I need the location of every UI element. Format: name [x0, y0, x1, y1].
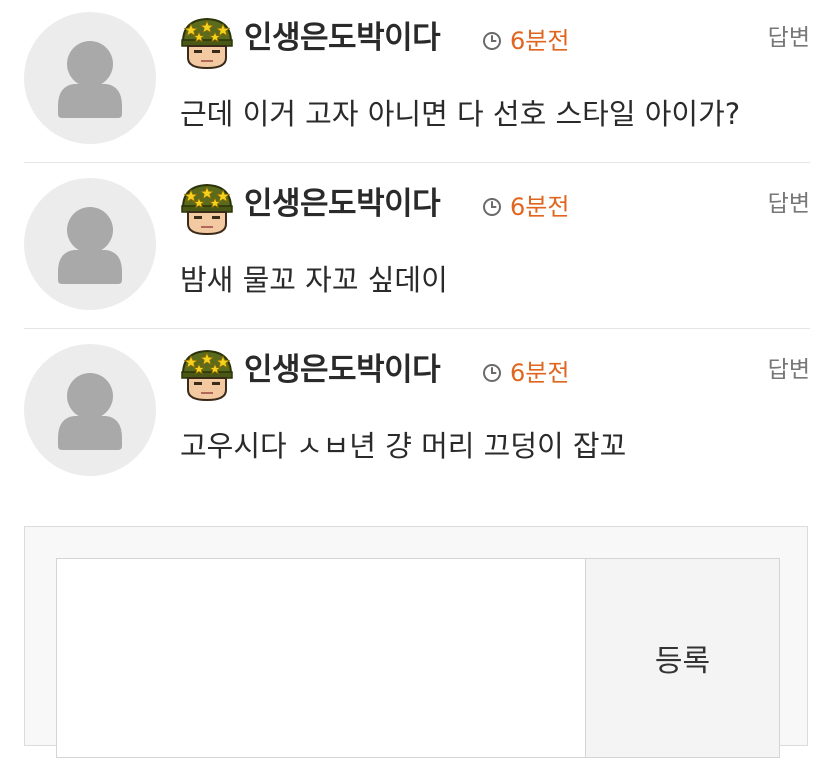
comment-item: 인생은도박이다 6분전 답변 근데 이거 고자 아니면 다 선호 스타일 아이가…	[24, 0, 810, 166]
user-silhouette-icon	[58, 41, 122, 118]
avatar[interactable]	[24, 12, 156, 144]
reply-button[interactable]: 답변	[768, 188, 810, 220]
comment-item: 인생은도박이다 6분전 답변 고우시다 ㅅㅂ년 걍 머리 끄덩이 잡꼬	[24, 332, 810, 498]
submit-button[interactable]: 등록	[585, 558, 780, 758]
comment-input[interactable]	[56, 558, 586, 758]
comment-time: 6분전	[482, 356, 569, 390]
comment-author[interactable]: 인생은도박이다	[244, 18, 441, 58]
time-label: 6분전	[510, 27, 570, 55]
user-silhouette-icon	[58, 207, 122, 284]
rank-soldier-icon	[181, 183, 233, 236]
comment-time: 6분전	[482, 190, 569, 224]
clock-icon	[483, 364, 501, 382]
comment-author[interactable]: 인생은도박이다	[244, 350, 441, 390]
comment-body: 밤새 물꼬 자꼬 싶데이	[180, 263, 448, 297]
time-label: 6분전	[510, 193, 570, 221]
user-silhouette-icon	[58, 373, 122, 450]
rank-soldier-icon	[181, 349, 233, 402]
comment-author[interactable]: 인생은도박이다	[244, 184, 441, 224]
avatar[interactable]	[24, 344, 156, 476]
comment-form: 등록	[24, 526, 808, 758]
clock-icon	[483, 32, 501, 50]
comment-divider	[24, 162, 810, 163]
comment-divider	[24, 328, 810, 329]
comment-body: 고우시다 ㅅㅂ년 걍 머리 끄덩이 잡꼬	[180, 429, 627, 463]
comment-body: 근데 이거 고자 아니면 다 선호 스타일 아이가?	[180, 97, 741, 131]
time-label: 6분전	[510, 359, 570, 387]
reply-button[interactable]: 답변	[768, 22, 810, 54]
comment-item: 인생은도박이다 6분전 답변 밤새 물꼬 자꼬 싶데이	[24, 166, 810, 332]
clock-icon	[483, 198, 501, 216]
avatar[interactable]	[24, 178, 156, 310]
comment-time: 6분전	[482, 24, 569, 58]
reply-button[interactable]: 답변	[768, 354, 810, 386]
rank-soldier-icon	[181, 17, 233, 70]
